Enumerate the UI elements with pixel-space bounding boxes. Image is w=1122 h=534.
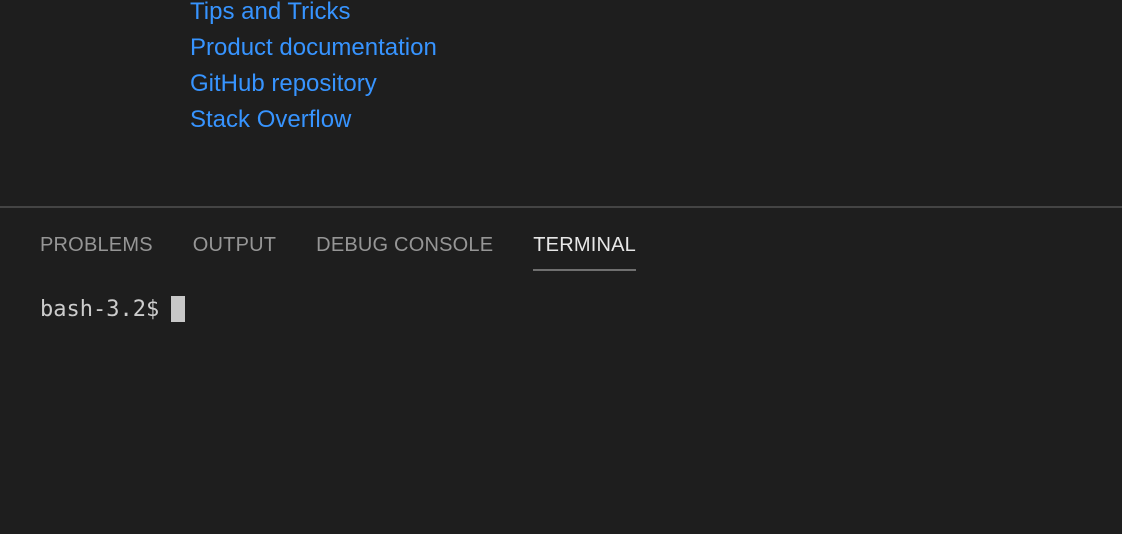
tab-debug-console[interactable]: DEBUG CONSOLE: [316, 230, 493, 270]
help-link-item: GitHub repository: [190, 66, 437, 102]
help-link-item: Product documentation: [190, 30, 437, 66]
help-link-item: Stack Overflow: [190, 102, 437, 138]
help-links-list: Tips and Tricks Product documentation Gi…: [190, 0, 437, 138]
tab-output[interactable]: OUTPUT: [193, 230, 276, 270]
stack-overflow-link[interactable]: Stack Overflow: [190, 106, 351, 133]
bottom-panel: PROBLEMS OUTPUT DEBUG CONSOLE TERMINAL b…: [0, 208, 1122, 534]
terminal-cursor: [171, 296, 186, 322]
terminal-prompt-line: bash-3.2$: [40, 294, 1100, 324]
panel-tab-bar: PROBLEMS OUTPUT DEBUG CONSOLE TERMINAL: [40, 230, 676, 271]
tips-and-tricks-link[interactable]: Tips and Tricks: [190, 0, 351, 25]
terminal-view[interactable]: bash-3.2$: [40, 294, 1100, 514]
tab-terminal[interactable]: TERMINAL: [533, 230, 636, 271]
help-link-item: Tips and Tricks: [190, 0, 437, 30]
product-documentation-link[interactable]: Product documentation: [190, 34, 437, 61]
tab-problems[interactable]: PROBLEMS: [40, 230, 153, 270]
github-repository-link[interactable]: GitHub repository: [190, 70, 377, 97]
terminal-prompt: bash-3.2$: [40, 296, 160, 322]
editor-welcome-area: Tips and Tricks Product documentation Gi…: [0, 0, 1122, 206]
